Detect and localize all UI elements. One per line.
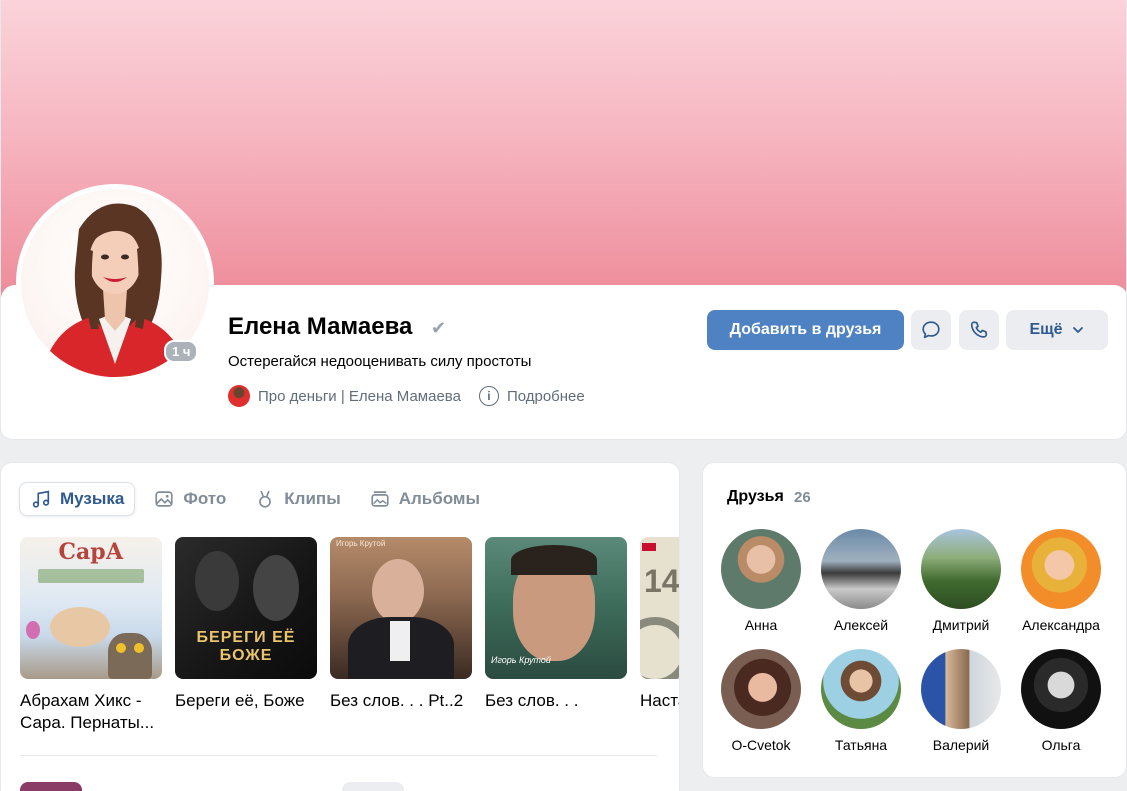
photo-icon <box>155 491 173 507</box>
album-cover-text: 14 <box>644 563 680 599</box>
profile-card: 1 ч Елена Мамаева ✔ Остерегайся недооцен… <box>0 0 1127 440</box>
tab-label: Альбомы <box>398 489 480 508</box>
friend-name[interactable]: O-Cvetok <box>711 737 811 753</box>
album-item[interactable]: Игорь Крутой Без слов. . . Pt..2 <box>330 537 472 712</box>
friend-item[interactable]: Анна <box>711 529 811 633</box>
media-card: Музыка Фото Клипы Альбомы СарА Абрахам Х… <box>0 462 680 791</box>
friend-item[interactable]: Александра <box>1011 529 1111 633</box>
tab-label: Клипы <box>284 489 341 508</box>
playlist-thumbnail[interactable] <box>20 782 82 791</box>
album-item[interactable]: Игорь Крутой Без слов. . . <box>485 537 627 712</box>
message-bubble-icon <box>922 321 940 339</box>
friend-avatar[interactable] <box>1021 649 1101 729</box>
album-title[interactable]: Без слов. . . Pt..2 <box>330 690 472 712</box>
friend-name[interactable]: Александра <box>1011 617 1111 633</box>
album-item[interactable]: СарА Абрахам Хикс - Сара. Пернаты... <box>20 537 162 734</box>
album-cover-text: Игорь Крутой <box>491 655 551 665</box>
media-tabs: Музыка Фото Клипы Альбомы <box>19 482 498 518</box>
friend-item[interactable]: Дмитрий <box>911 529 1011 633</box>
friend-name[interactable]: Алексей <box>811 617 911 633</box>
friend-avatar[interactable] <box>921 529 1001 609</box>
friend-item[interactable]: Алексей <box>811 529 911 633</box>
verified-check-icon[interactable]: ✔ <box>431 318 446 339</box>
phone-icon <box>970 321 988 338</box>
community-avatar[interactable] <box>228 385 250 407</box>
section-divider <box>20 755 657 756</box>
friend-name[interactable]: Татьяна <box>811 737 911 753</box>
album-cover[interactable]: БЕРЕГИ ЕЁ БОЖЕ <box>175 537 317 679</box>
friend-item[interactable]: Ольга <box>1011 649 1111 753</box>
chevron-down-icon <box>1072 327 1083 333</box>
album-list: СарА Абрахам Хикс - Сара. Пернаты... БЕР… <box>20 537 680 737</box>
friend-avatar[interactable] <box>821 649 901 729</box>
add-friend-button[interactable]: Добавить в друзья <box>707 310 904 350</box>
playlist-button[interactable] <box>342 782 404 791</box>
profile-name: Елена Мамаева <box>228 313 413 340</box>
friend-avatar[interactable] <box>821 529 901 609</box>
tab-music[interactable]: Музыка <box>19 482 136 516</box>
album-cover[interactable]: 14 <box>640 537 680 679</box>
friend-item[interactable]: Валерий <box>911 649 1011 753</box>
tab-label: Музыка <box>60 489 125 508</box>
album-title[interactable]: Без слов. . . <box>485 690 627 712</box>
album-title[interactable]: Абрахам Хикс - Сара. Пернаты... <box>20 690 162 734</box>
friend-avatar[interactable] <box>721 529 801 609</box>
album-item[interactable]: БЕРЕГИ ЕЁ БОЖЕ Береги её, Боже <box>175 537 317 712</box>
friends-count: 26 <box>794 489 811 506</box>
tab-photo[interactable]: Фото <box>143 482 236 516</box>
album-cover[interactable]: СарА <box>20 537 162 679</box>
album-cover[interactable]: Игорь Крутой <box>485 537 627 679</box>
album-cover-text: БЕРЕГИ ЕЁ БОЖЕ <box>196 629 296 664</box>
friend-name[interactable]: Валерий <box>911 737 1011 753</box>
community-link[interactable]: Про деньги | Елена Мамаева <box>258 388 461 405</box>
album-cover-text: Игорь Крутой <box>336 539 386 548</box>
online-status-badge: 1 ч <box>164 340 199 363</box>
friend-name[interactable]: Дмитрий <box>911 617 1011 633</box>
tab-label: Фото <box>183 489 227 508</box>
tab-albums[interactable]: Альбомы <box>359 482 490 516</box>
tab-clips[interactable]: Клипы <box>244 482 350 516</box>
album-title[interactable]: Наста <box>640 690 679 712</box>
music-note-icon <box>32 490 50 508</box>
message-button[interactable] <box>911 310 951 350</box>
friend-item[interactable]: O-Cvetok <box>711 649 811 753</box>
friend-name[interactable]: Анна <box>711 617 811 633</box>
profile-meta-row: Про деньги | Елена Мамаева i Подробнее <box>228 384 585 408</box>
friends-heading[interactable]: Друзья <box>727 488 784 506</box>
more-button-label: Ещё <box>1029 321 1063 338</box>
album-cover-text: СарА <box>58 539 124 565</box>
album-cover[interactable]: Игорь Крутой <box>330 537 472 679</box>
album-title[interactable]: Береги её, Боже <box>175 690 317 712</box>
album-item[interactable]: 14 Наста <box>640 537 680 712</box>
friends-card: Друзья 26 Анна Алексей Дмитрий Александр… <box>702 462 1127 778</box>
call-button[interactable] <box>959 310 999 350</box>
clips-icon <box>259 490 272 508</box>
friend-avatar[interactable] <box>721 649 801 729</box>
friend-name[interactable]: Ольга <box>1011 737 1111 753</box>
friend-avatar[interactable] <box>1021 529 1101 609</box>
more-button[interactable]: Ещё <box>1006 310 1108 350</box>
info-icon[interactable]: i <box>478 386 499 406</box>
albums-icon <box>371 491 389 507</box>
friend-avatar[interactable] <box>921 649 1001 729</box>
more-info-link[interactable]: Подробнее <box>507 388 585 405</box>
friend-item[interactable]: Татьяна <box>811 649 911 753</box>
profile-status: Остерегайся недооценивать силу простоты <box>228 353 532 370</box>
